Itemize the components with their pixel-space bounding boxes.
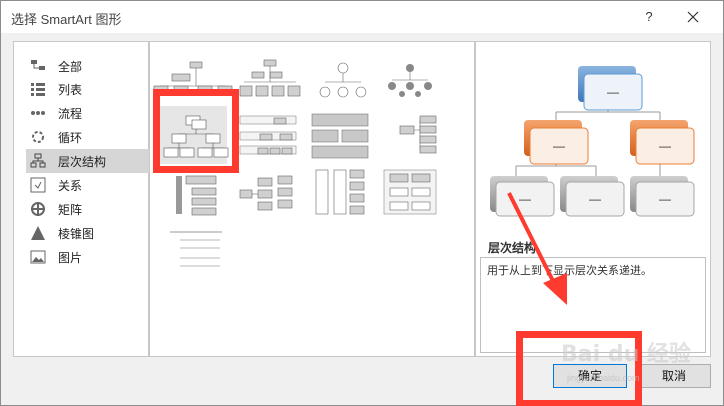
layout-description: 用于从上到下显示层次关系递进。	[487, 265, 652, 277]
watermark-url: jingyan.baidu.com	[567, 373, 640, 383]
relationship-icon	[30, 177, 46, 193]
category-label: 棱锥图	[58, 227, 95, 241]
category-item-all[interactable]: 全部	[26, 54, 152, 78]
preview-node-text: —	[659, 192, 671, 206]
watermark-logo: Bai du 经验	[561, 342, 691, 367]
pyramid-icon	[31, 226, 45, 240]
preview-layout-name: 层次结构	[488, 241, 537, 255]
close-icon	[687, 11, 699, 23]
category-item-relationship[interactable]: 关系	[26, 173, 152, 197]
category-item-pyramid[interactable]: 棱锥图	[26, 221, 152, 245]
layout-table-hierarchy[interactable]	[311, 113, 369, 159]
hierarchy-icon	[30, 153, 46, 168]
highlight-box-layout	[153, 89, 239, 173]
picture-icon	[30, 250, 46, 264]
category-label: 循环	[58, 131, 83, 145]
layout-labeled-hierarchy[interactable]	[239, 115, 297, 155]
layout-circle-picture-hierarchy[interactable]	[388, 64, 432, 97]
layout-half-circle-org-chart[interactable]	[319, 62, 367, 98]
category-item-process[interactable]: 流程	[26, 101, 152, 125]
category-item-matrix[interactable]: 矩阵	[26, 197, 152, 221]
category-item-list[interactable]: 列表	[26, 77, 152, 101]
preview-node-text: —	[589, 192, 601, 206]
layout-horizontal-org-chart[interactable]	[239, 175, 293, 211]
category-label: 流程	[58, 107, 83, 121]
layout-name-title-org-chart[interactable]	[239, 59, 301, 97]
category-label: 关系	[58, 179, 83, 193]
cycle-icon	[32, 131, 44, 143]
help-button[interactable]: ?	[637, 7, 661, 27]
title-bar: 选择 SmartArt 图形 ?	[1, 1, 723, 33]
category-item-hierarchy[interactable]: 层次结构	[26, 149, 152, 173]
category-label: 列表	[58, 83, 83, 97]
matrix-icon	[31, 202, 45, 216]
preview-node-text: —	[607, 85, 619, 99]
close-button[interactable]	[681, 7, 705, 27]
layout-hierarchy-list[interactable]	[176, 175, 217, 216]
category-item-picture[interactable]: 图片	[26, 245, 152, 269]
category-label: 矩阵	[58, 203, 83, 217]
preview-panel: — — — — — — 层次结构 用于从上到下显示层次关系递进。	[475, 41, 711, 357]
smartart-dialog: 选择 SmartArt 图形 ? 全部 列表 流程 循环 层次结构 关系 矩阵 …	[0, 0, 724, 406]
layout-vertical-hierarchy[interactable]	[383, 169, 437, 215]
category-label: 全部	[58, 60, 83, 74]
category-list: 全部 列表 流程 循环 层次结构 关系 矩阵 棱锥图 图片	[13, 41, 152, 357]
layout-architecture-layout[interactable]	[315, 169, 365, 215]
layout-horizontal-hierarchy[interactable]	[399, 115, 437, 154]
category-label: 图片	[58, 251, 83, 265]
process-icon	[31, 111, 45, 115]
dialog-title: 选择 SmartArt 图形	[11, 12, 122, 27]
category-item-cycle[interactable]: 循环	[26, 125, 152, 149]
preview-node-text: —	[519, 192, 531, 206]
category-label: 层次结构	[58, 155, 107, 169]
all-icon	[31, 60, 45, 70]
preview-diagram: — — — — — —	[490, 66, 695, 217]
layout-lined-list[interactable]	[170, 231, 222, 267]
list-icon	[31, 83, 45, 96]
preview-node-text: —	[553, 139, 565, 153]
preview-node-text: —	[659, 139, 671, 153]
